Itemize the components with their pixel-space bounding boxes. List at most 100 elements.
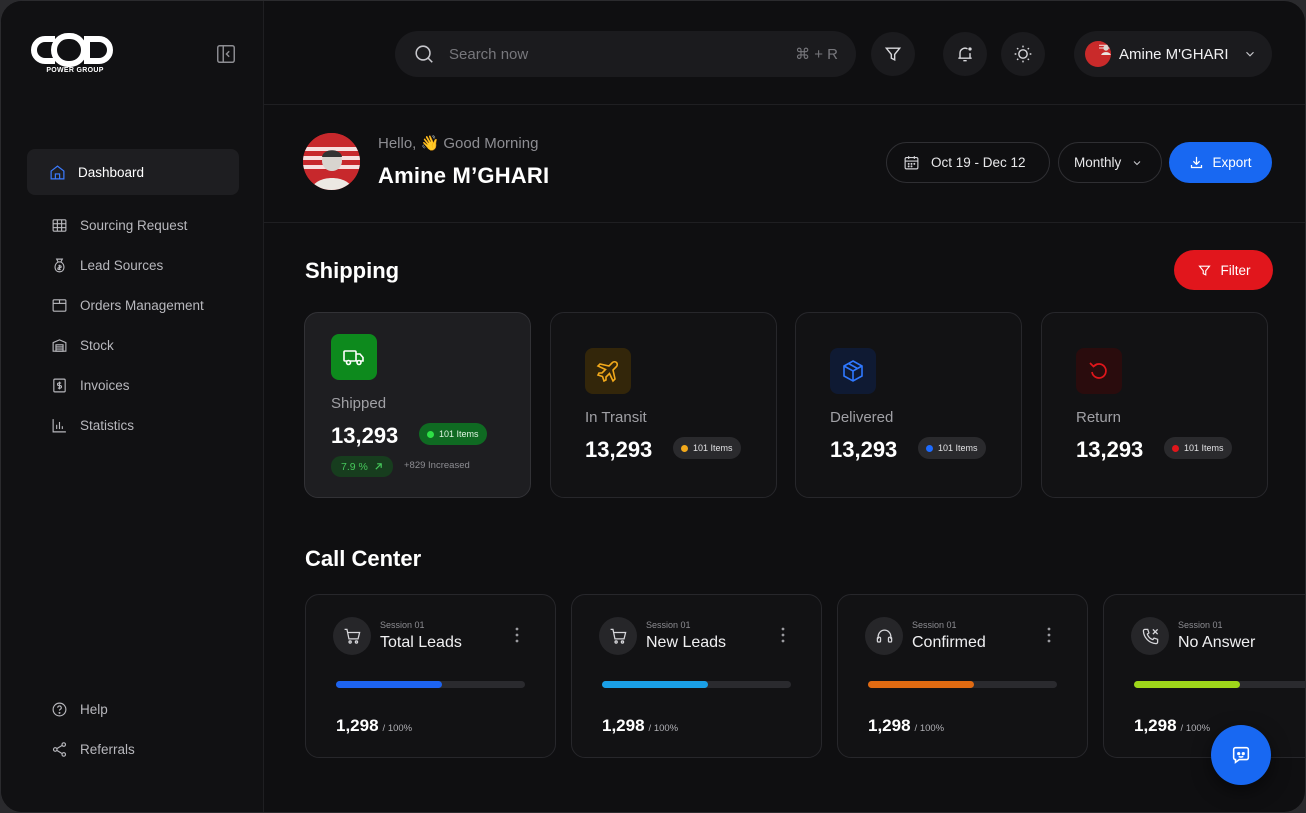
- filter-icon: [1197, 265, 1211, 276]
- items-badge: 101 Items: [918, 437, 986, 459]
- more-vertical-icon[interactable]: [515, 627, 519, 643]
- download-icon: [1191, 156, 1203, 169]
- search-input[interactable]: Search now ⌘ + R: [395, 31, 856, 77]
- sidebar-item-label: Invoices: [80, 377, 130, 393]
- call-card-unit: / 100%: [648, 723, 679, 734]
- call-card-value-row: 1,298/ 100%: [602, 716, 678, 736]
- sidebar-item-invoices[interactable]: Invoices: [27, 365, 239, 405]
- warehouse-icon: [52, 338, 67, 352]
- progress-fill: [868, 681, 974, 688]
- sidebar-item-label: Dashboard: [78, 164, 145, 180]
- badge-text: 101 Items: [693, 443, 733, 453]
- shipping-card-in-transit[interactable]: In Transit 13,293 101 Items: [550, 312, 777, 498]
- page-title: Amine M’GHARI: [378, 163, 550, 188]
- help-icon: [52, 702, 67, 716]
- sidebar-item-label: Sourcing Request: [80, 217, 188, 233]
- sun-icon: [1014, 45, 1032, 63]
- sidebar-item-statistics[interactable]: Statistics: [27, 405, 239, 445]
- call-card-title: Confirmed: [912, 634, 986, 651]
- top-bar: Search now ⌘ + R Amine M'GHARI: [264, 1, 1305, 105]
- chat-support-button[interactable]: [1211, 725, 1271, 785]
- sidebar-item-dashboard[interactable]: Dashboard: [27, 149, 239, 195]
- progress-bar: [868, 681, 1057, 688]
- call-card-new-leads[interactable]: Session 01 New Leads 1,298/ 100%: [571, 594, 822, 758]
- share-icon: [52, 741, 67, 757]
- increase-text: +829 Increased: [404, 460, 470, 471]
- shipping-card-return[interactable]: Return 13,293 101 Items: [1041, 312, 1268, 498]
- user-menu[interactable]: Amine M'GHARI: [1074, 31, 1272, 77]
- session-label: Session 01: [380, 620, 425, 630]
- sidebar-item-referrals[interactable]: Referrals: [27, 729, 239, 769]
- chevron-down-icon: [1245, 51, 1254, 57]
- home-icon: [50, 164, 65, 179]
- notifications-button[interactable]: [943, 32, 987, 76]
- status-dot: [681, 444, 688, 452]
- progress-bar: [336, 681, 525, 688]
- search-icon: [415, 45, 433, 63]
- calendar-icon: [904, 156, 919, 170]
- card-label: Delivered: [830, 409, 894, 426]
- package-icon: [830, 348, 876, 394]
- period-select[interactable]: Monthly: [1058, 142, 1162, 183]
- percent-change-badge: 7.9 %: [331, 456, 393, 477]
- cart-icon: [333, 617, 371, 655]
- card-value: 13,293: [331, 423, 399, 448]
- sidebar-footer: Help Referrals: [27, 689, 239, 769]
- filter-button[interactable]: [871, 32, 915, 76]
- sidebar-item-help[interactable]: Help: [27, 689, 239, 729]
- export-button[interactable]: Export: [1169, 142, 1272, 183]
- call-card-no-answer[interactable]: Session 01 No Answer 1,298/ 100%: [1103, 594, 1305, 758]
- progress-fill: [336, 681, 442, 688]
- filter-label: Filter: [1220, 262, 1251, 278]
- app-window: POWER GROUP Dashboard Sourcing Request L…: [0, 0, 1306, 813]
- invoice-icon: [53, 378, 66, 392]
- box-icon: [52, 298, 67, 312]
- phone-missed-icon: [1131, 617, 1169, 655]
- progress-bar: [602, 681, 791, 688]
- call-card-title: Total Leads: [380, 634, 462, 651]
- card-label: Shipped: [331, 395, 387, 412]
- call-card-unit: / 100%: [914, 723, 945, 734]
- items-badge: 101 Items: [1164, 437, 1232, 459]
- status-dot: [427, 430, 434, 438]
- call-card-title: New Leads: [646, 634, 727, 651]
- chevron-down-icon: [1133, 160, 1141, 165]
- return-icon: [1076, 348, 1122, 394]
- sidebar-item-label: Orders Management: [80, 297, 204, 313]
- call-center-section-title: Call Center: [305, 546, 422, 571]
- items-badge: 101 Items: [419, 423, 487, 445]
- theme-toggle-button[interactable]: [1001, 32, 1045, 76]
- call-card-value-row: 1,298/ 100%: [1134, 716, 1210, 736]
- call-card-value: 1,298: [602, 716, 645, 735]
- sidebar-item-label: Lead Sources: [80, 257, 164, 273]
- sidebar-item-label: Stock: [80, 337, 114, 353]
- sidebar-item-lead-sources[interactable]: Lead Sources: [27, 245, 239, 285]
- arrow-up-right-icon: [375, 463, 382, 470]
- export-label: Export: [1212, 155, 1252, 170]
- date-range-picker[interactable]: Oct 19 - Dec 12: [886, 142, 1050, 183]
- call-card-confirmed[interactable]: Session 01 Confirmed 1,298/ 100%: [837, 594, 1088, 758]
- sidebar-item-sourcing-request[interactable]: Sourcing Request: [27, 205, 239, 245]
- collapse-sidebar-icon[interactable]: [215, 43, 237, 65]
- call-card-unit: / 100%: [382, 723, 413, 734]
- shipping-card-shipped[interactable]: Shipped 13,293 101 Items 7.9 % +829 Incr…: [304, 312, 531, 498]
- shipping-filter-button[interactable]: Filter: [1174, 250, 1273, 290]
- sidebar: POWER GROUP Dashboard Sourcing Request L…: [1, 1, 264, 812]
- greeting-text: Hello, 👋 Good Morning: [378, 135, 539, 152]
- sidebar-item-orders-management[interactable]: Orders Management: [27, 285, 239, 325]
- search-placeholder: Search now: [449, 45, 529, 63]
- more-vertical-icon[interactable]: [1047, 627, 1051, 643]
- status-dot: [1172, 444, 1179, 452]
- call-card-title: No Answer: [1178, 634, 1256, 651]
- filter-icon: [884, 47, 902, 61]
- chat-bot-icon: [1232, 746, 1250, 764]
- badge-text: 101 Items: [439, 429, 479, 439]
- shipping-card-delivered[interactable]: Delivered 13,293 101 Items: [795, 312, 1022, 498]
- more-vertical-icon[interactable]: [781, 627, 785, 643]
- call-card-value-row: 1,298/ 100%: [336, 716, 412, 736]
- sidebar-item-stock[interactable]: Stock: [27, 325, 239, 365]
- sidebar-nav: Dashboard Sourcing Request Lead Sources …: [27, 149, 239, 445]
- call-card-value-row: 1,298/ 100%: [868, 716, 944, 736]
- call-card-total-leads[interactable]: Session 01 Total Leads 1,298/ 100%: [305, 594, 556, 758]
- card-value: 13,293: [830, 437, 898, 462]
